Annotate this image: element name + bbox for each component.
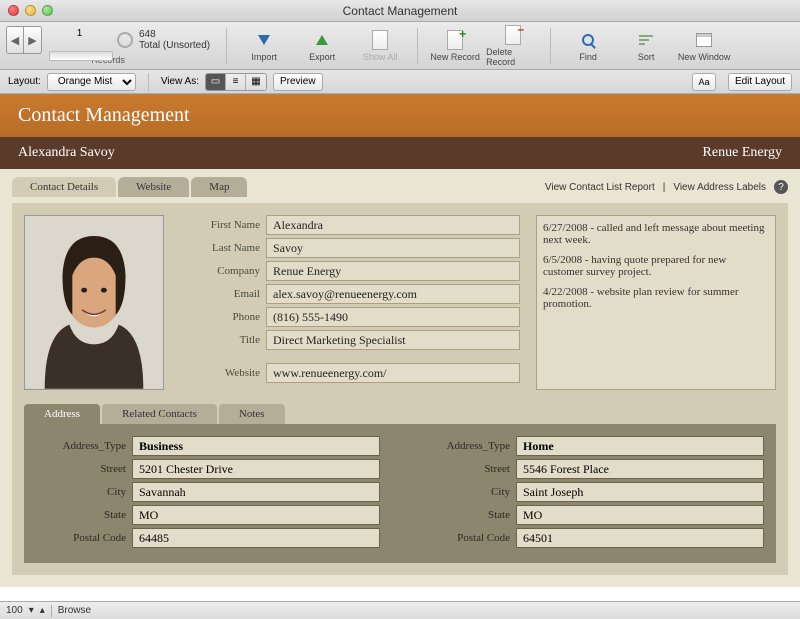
note-entry: 6/5/2008 - having quote prepared for new… (543, 254, 769, 278)
contact-company-header: Renue Energy (703, 145, 782, 161)
tab-website[interactable]: Website (118, 177, 189, 197)
export-button[interactable]: Export (295, 29, 349, 62)
view-as-label: View As: (161, 76, 199, 87)
title-field[interactable]: Direct Marketing Specialist (266, 330, 520, 350)
addr-type-label: Address_Type (420, 440, 510, 452)
first-name-label: First Name (180, 219, 260, 231)
help-icon[interactable]: ? (774, 180, 788, 194)
address-panel: Address_Type Business Street 5201 Chester … (24, 424, 776, 563)
delete-record-button[interactable]: Delete Record (486, 24, 540, 67)
layout-select[interactable]: Orange Mist (47, 73, 136, 91)
addr2-postal-field[interactable]: 64501 (516, 528, 764, 548)
table-view-button[interactable]: ▦ (246, 74, 266, 90)
toolbar: ◀ ▶ 1 648 Total (Unsorted) Records Impor… (0, 22, 800, 70)
statusbar: 100 ▾ ▴ Browse (0, 601, 800, 619)
sort-button[interactable]: Sort (619, 29, 673, 62)
show-all-icon (372, 30, 388, 50)
note-entry: 4/22/2008 - website plan review for summ… (543, 286, 769, 310)
view-contact-list-report-link[interactable]: View Contact List Report (545, 182, 655, 193)
content-area: Contact Management Alexandra Savoy Renue… (0, 94, 800, 587)
addr1-city-field[interactable]: Savannah (132, 482, 380, 502)
new-window-icon (696, 33, 712, 47)
pie-indicator-icon (117, 32, 133, 48)
total-label: Total (Unsorted) (139, 40, 210, 51)
addr2-street-field[interactable]: 5546 Forest Place (516, 459, 764, 479)
tab-map[interactable]: Map (191, 177, 247, 197)
prev-record-button[interactable]: ◀ (6, 26, 24, 54)
list-view-button[interactable]: ≡ (226, 74, 246, 90)
title-label: Title (180, 334, 260, 346)
website-label: Website (180, 367, 260, 379)
state-label: State (36, 509, 126, 521)
find-icon (582, 34, 594, 46)
layoutbar: Layout: Orange Mist View As: ▭ ≡ ▦ Previ… (0, 70, 800, 94)
import-button[interactable]: Import (237, 29, 291, 62)
find-button[interactable]: Find (561, 29, 615, 62)
new-window-button[interactable]: New Window (677, 29, 731, 62)
sort-icon (639, 35, 653, 45)
note-entry: 6/27/2008 - called and left message abou… (543, 222, 769, 246)
contact-details-panel: First Name Alexandra Last Name Savoy Compa… (12, 203, 788, 575)
email-label: Email (180, 288, 260, 300)
addr-type-label: Address_Type (36, 440, 126, 452)
page-title: Contact Management (0, 94, 800, 137)
last-name-field[interactable]: Savoy (266, 238, 520, 258)
record-slider[interactable] (49, 51, 113, 61)
city-label: City (36, 486, 126, 498)
record-number[interactable]: 1 (77, 28, 83, 39)
form-view-button[interactable]: ▭ (206, 74, 226, 90)
formatting-bar-button[interactable]: Aa (692, 73, 716, 91)
subtab-address[interactable]: Address (24, 404, 100, 424)
addr1-street-field[interactable]: 5201 Chester Drive (132, 459, 380, 479)
website-field[interactable]: www.renueenergy.com/ (266, 363, 520, 383)
street-label: Street (420, 463, 510, 475)
titlebar: Contact Management (0, 0, 800, 22)
addr1-type-field[interactable]: Business (132, 436, 380, 456)
email-field[interactable]: alex.savoy@renueenergy.com (266, 284, 520, 304)
addr2-state-field[interactable]: MO (516, 505, 764, 525)
state-label: State (420, 509, 510, 521)
layout-label: Layout: (8, 76, 41, 87)
phone-label: Phone (180, 311, 260, 323)
company-field[interactable]: Renue Energy (266, 261, 520, 281)
preview-button[interactable]: Preview (273, 73, 323, 91)
postal-label: Postal Code (420, 532, 510, 544)
subtab-related-contacts[interactable]: Related Contacts (102, 404, 217, 424)
addr2-type-field[interactable]: Home (516, 436, 764, 456)
total-records: 648 (139, 29, 210, 40)
addr1-state-field[interactable]: MO (132, 505, 380, 525)
street-label: Street (36, 463, 126, 475)
postal-label: Postal Code (36, 532, 126, 544)
view-address-labels-link[interactable]: View Address Labels (673, 182, 766, 193)
zoom-out-icon[interactable]: ▾ (29, 605, 34, 616)
addr2-city-field[interactable]: Saint Joseph (516, 482, 764, 502)
view-mode-toggle[interactable]: ▭ ≡ ▦ (205, 73, 267, 91)
next-record-button[interactable]: ▶ (24, 26, 42, 54)
contact-full-name: Alexandra Savoy (18, 145, 115, 161)
subtab-notes[interactable]: Notes (219, 404, 285, 424)
name-header: Alexandra Savoy Renue Energy (0, 137, 800, 169)
show-all-button[interactable]: Show All (353, 29, 407, 62)
export-icon (316, 35, 328, 45)
import-icon (258, 35, 270, 45)
edit-layout-button[interactable]: Edit Layout (728, 73, 792, 91)
addr1-postal-field[interactable]: 64485 (132, 528, 380, 548)
zoom-value[interactable]: 100 (6, 605, 23, 616)
phone-field[interactable]: (816) 555-1490 (266, 307, 520, 327)
first-name-field[interactable]: Alexandra (266, 215, 520, 235)
mode-popup[interactable]: Browse (58, 605, 91, 616)
new-record-button[interactable]: New Record (428, 29, 482, 62)
last-name-label: Last Name (180, 242, 260, 254)
company-label: Company (180, 265, 260, 277)
zoom-in-icon[interactable]: ▴ (40, 605, 45, 616)
window-title: Contact Management (0, 4, 800, 18)
city-label: City (420, 486, 510, 498)
notes-box[interactable]: 6/27/2008 - called and left message abou… (536, 215, 776, 390)
tab-contact-details[interactable]: Contact Details (12, 177, 116, 197)
new-record-icon (447, 30, 463, 50)
contact-photo[interactable] (24, 215, 164, 390)
delete-record-icon (505, 25, 521, 45)
